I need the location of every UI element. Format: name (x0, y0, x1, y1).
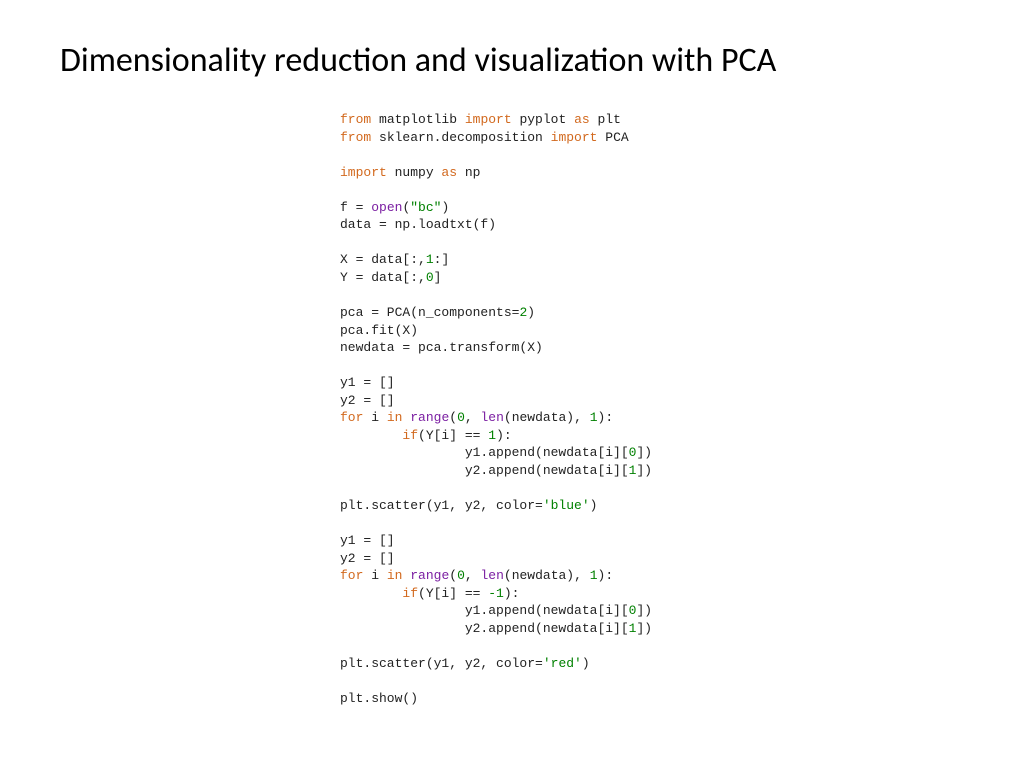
code-line: y2.append(newdata[i][1]) (340, 463, 652, 478)
code-line: from sklearn.decomposition import PCA (340, 130, 629, 145)
code-line: plt.show() (340, 691, 418, 706)
code-line: plt.scatter(y1, y2, color='blue') (340, 498, 597, 513)
code-line: pca = PCA(n_components=2) (340, 305, 535, 320)
code-line: y2 = [] (340, 393, 395, 408)
code-line: X = data[:,1:] (340, 252, 449, 267)
code-line: newdata = pca.transform(X) (340, 340, 543, 355)
code-line: import numpy as np (340, 165, 480, 180)
code-line: y1.append(newdata[i][0]) (340, 603, 652, 618)
code-line: for i in range(0, len(newdata), 1): (340, 410, 613, 425)
code-line: if(Y[i] == 1): (340, 428, 512, 443)
code-line: y1 = [] (340, 533, 395, 548)
code-line: data = np.loadtxt(f) (340, 217, 496, 232)
code-line: y2.append(newdata[i][1]) (340, 621, 652, 636)
code-line: f = open("bc") (340, 200, 449, 215)
slide-title: Dimensionality reduction and visualizati… (60, 40, 964, 81)
code-block: from matplotlib import pyplot as plt fro… (340, 111, 964, 708)
code-line: from matplotlib import pyplot as plt (340, 112, 621, 127)
code-line: pca.fit(X) (340, 323, 418, 338)
slide-content: Dimensionality reduction and visualizati… (0, 0, 1024, 768)
code-line: y2 = [] (340, 551, 395, 566)
code-line: plt.scatter(y1, y2, color='red') (340, 656, 590, 671)
code-line: y1 = [] (340, 375, 395, 390)
code-line: if(Y[i] == -1): (340, 586, 519, 601)
code-line: for i in range(0, len(newdata), 1): (340, 568, 613, 583)
code-line: Y = data[:,0] (340, 270, 441, 285)
code-line: y1.append(newdata[i][0]) (340, 445, 652, 460)
